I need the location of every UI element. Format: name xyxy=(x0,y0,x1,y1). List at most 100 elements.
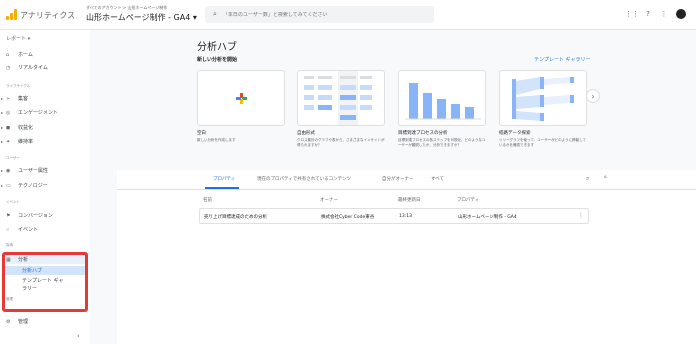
flag-icon: ⚑ xyxy=(6,212,11,219)
search-box[interactable]: ⌕ xyxy=(205,6,434,23)
highlight-annotation xyxy=(2,252,88,312)
search-icon: ⌕ xyxy=(213,10,217,18)
clock-icon: ◷ xyxy=(6,64,11,71)
more-vert-icon[interactable]: ⋮ xyxy=(578,212,584,219)
row-updated: 13:13 xyxy=(399,214,412,219)
section-explore: 探索 xyxy=(6,243,13,247)
template-gallery-link[interactable]: テンプレート ギャラリー xyxy=(534,56,590,63)
chevron-right-icon: ▸ xyxy=(1,96,4,101)
home-icon: ⌂ xyxy=(6,51,10,58)
sidebar-item-acquisition[interactable]: ▸ ➢ 集客 xyxy=(0,94,90,103)
sidebar-item-monetization[interactable]: ▸ ◼ 収益化 xyxy=(0,123,90,132)
row-name[interactable]: 売り上げ目標達成のための分析 xyxy=(204,214,267,220)
sidebar-item-label: テクノロジー xyxy=(18,183,48,189)
sidebar-item-label: ホーム xyxy=(18,52,33,58)
sidebar-item-home[interactable]: ⌂ ホーム xyxy=(0,50,90,59)
main-content: 分析ハブ 新しい分析を開始 テンプレート ギャラリー › 空白 新しい分析を作成… xyxy=(90,30,696,344)
property-selector[interactable]: 山形ホームページ制作 - GA4 ▾ xyxy=(86,12,197,23)
apps-grid-icon[interactable]: ⋮⋮ xyxy=(625,10,639,18)
carousel-next-button[interactable]: › xyxy=(586,89,600,103)
sidebar-item-events[interactable]: ☝ イベント xyxy=(0,225,90,234)
row-owner: 株式会社Cyber Code東谷 xyxy=(321,215,375,220)
card-blank-desc: 新しい分析を作成します xyxy=(197,138,236,142)
chevron-right-icon: ▸ xyxy=(1,139,4,144)
chevron-right-icon: ▸ xyxy=(1,168,4,173)
report-header[interactable]: レポート ▾ xyxy=(6,35,30,42)
more-vert-icon[interactable]: ⋮ xyxy=(660,10,668,18)
sidebar-item-technology[interactable]: ▸ ▭ テクノロジー xyxy=(0,181,90,190)
tab-owned-by-me[interactable]: 自分がオーナー xyxy=(382,176,414,182)
card-funnel-title: 目標到達プロセスの分析 xyxy=(398,131,448,136)
globe-icon: ◉ xyxy=(6,167,11,174)
column-header-updated[interactable]: 最終更新日 xyxy=(398,197,421,203)
chevron-right-icon: › xyxy=(591,91,595,101)
card-freeform[interactable] xyxy=(297,70,385,126)
chevron-right-icon: ▸ xyxy=(1,125,4,130)
sidebar-item-demographics[interactable]: ▸ ◉ ユーザー属性 xyxy=(0,166,90,175)
active-tab-indicator xyxy=(205,187,239,189)
page-title: 分析ハブ xyxy=(197,42,237,53)
retention-icon: ✦ xyxy=(6,138,11,145)
card-blank[interactable] xyxy=(197,70,285,126)
sidebar-item-label: リアルタイム xyxy=(18,65,48,71)
account-breadcrumb[interactable]: すべてのアカウント > 山形ホームページ制作 xyxy=(86,5,167,11)
card-path[interactable] xyxy=(499,70,587,126)
chevron-right-icon: ▸ xyxy=(1,110,4,115)
tab-all[interactable]: すべて xyxy=(431,176,444,182)
card-path-title: 経路データ探索 xyxy=(499,131,531,136)
analytics-logo-icon[interactable] xyxy=(6,9,17,20)
touch-icon: ☝ xyxy=(6,226,10,233)
card-path-desc: ツリーグラフを使って、ユーザーがどのように移動しているかを確認できます xyxy=(499,138,586,147)
monetization-icon: ◼ xyxy=(6,124,11,131)
avatar[interactable] xyxy=(676,9,686,19)
collapse-sidebar-icon[interactable]: ‹ xyxy=(77,332,80,340)
top-bar: アナリティクス すべてのアカウント > 山形ホームページ制作 山形ホームページ制… xyxy=(0,0,696,30)
section-lifecycle: ライフサイクル xyxy=(6,84,31,88)
card-freeform-desc: クロス集計のグラフや表から、さまざまなインサイトが得られますか？ xyxy=(297,138,385,147)
new-analysis-heading: 新しい分析を開始 xyxy=(197,57,238,63)
search-input[interactable] xyxy=(222,11,423,18)
sidebar-item-engagement[interactable]: ▸ ◎ エンゲージメント xyxy=(0,108,90,117)
card-funnel[interactable] xyxy=(398,70,486,126)
row-property: 山形ホームページ制作 - GA4 xyxy=(458,215,517,220)
freeform-thumbnail xyxy=(304,71,372,125)
translate-icon[interactable]: ᴬ xyxy=(604,175,607,182)
search-icon[interactable]: ⌕ xyxy=(586,175,589,183)
sidebar-item-label: イベント xyxy=(18,227,39,233)
sidebar-item-label: 収益化 xyxy=(18,125,34,131)
sidebar-item-label: 維持率 xyxy=(18,139,34,145)
plus-icon xyxy=(236,93,247,104)
section-event: イベント xyxy=(6,200,20,204)
sidebar-item-admin[interactable]: ⚙ 管理 xyxy=(0,317,90,326)
sidebar-item-retention[interactable]: ▸ ✦ 維持率 xyxy=(0,137,90,146)
sidebar-item-label: ユーザー属性 xyxy=(18,168,48,174)
sidebar-item-label: 集客 xyxy=(18,96,29,102)
section-user: ユーザー xyxy=(6,156,20,160)
card-funnel-desc: 目標到達プロセスの各ステップを可視化。どのようなユーザーが離脱したか、分析できま… xyxy=(398,138,486,147)
column-header-property[interactable]: プロパティ xyxy=(457,197,479,203)
device-icon: ▭ xyxy=(6,182,11,189)
tab-property[interactable]: プロパティ xyxy=(213,176,235,182)
tab-shared[interactable]: 現在のプロパティで共有されているコンテンツ xyxy=(257,176,351,182)
sidebar-item-realtime[interactable]: ◷ リアルタイム xyxy=(0,63,90,72)
card-blank-title: 空白 xyxy=(197,131,206,136)
chevron-right-icon: ▸ xyxy=(1,183,4,188)
sidebar-item-label: エンゲージメント xyxy=(18,110,58,116)
help-icon[interactable]: ? xyxy=(644,10,652,18)
acquisition-icon: ➢ xyxy=(6,95,11,102)
path-thumbnail xyxy=(512,77,574,121)
engagement-icon: ◎ xyxy=(6,109,11,116)
tab-bar: プロパティ 現在のプロパティで共有されているコンテンツ 自分がオーナー すべて … xyxy=(117,170,696,190)
sidebar-item-conversions[interactable]: ⚑ コンバージョン xyxy=(0,211,90,220)
analysis-list: プロパティ 現在のプロパティで共有されているコンテンツ 自分がオーナー すべて … xyxy=(117,170,696,344)
column-header-owner[interactable]: オーナー xyxy=(320,197,338,203)
app-title: アナリティクス xyxy=(20,11,76,20)
property-name: 山形ホームページ制作 - GA4 xyxy=(86,13,191,22)
table-row[interactable]: 売り上げ目標達成のための分析 株式会社Cyber Code東谷 13:13 山形… xyxy=(199,208,589,224)
card-freeform-title: 自由形式 xyxy=(297,131,315,136)
sidebar-item-label: 管理 xyxy=(18,319,29,325)
column-header-name[interactable]: 名前 xyxy=(203,197,212,203)
gear-icon: ⚙ xyxy=(6,318,11,325)
sidebar-item-label: コンバージョン xyxy=(18,213,53,219)
funnel-thumbnail xyxy=(405,83,481,120)
